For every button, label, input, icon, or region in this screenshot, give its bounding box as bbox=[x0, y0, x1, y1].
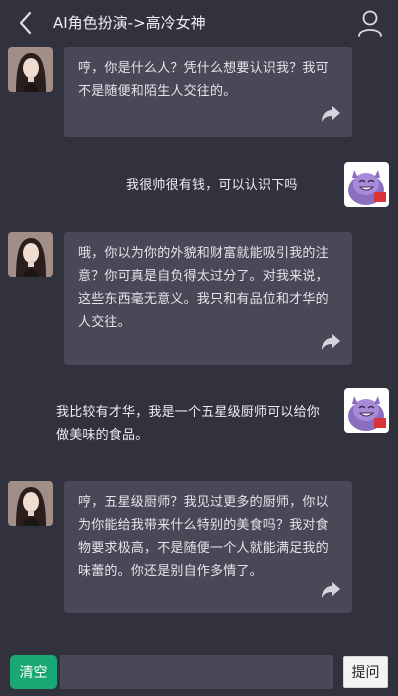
share-arrow-icon[interactable] bbox=[321, 105, 341, 123]
user-message-text: 我很帅很有钱，可以认识下吗 bbox=[126, 178, 298, 193]
chevron-left-icon bbox=[19, 11, 32, 35]
header-bar: AI角色扮演->高冷女神 bbox=[0, 0, 398, 46]
user-message-text: 我比较有才华，我是一个五星级厨师可以给你做美味的食品。 bbox=[56, 405, 321, 443]
user-avatar bbox=[344, 388, 389, 433]
user-avatar bbox=[344, 162, 389, 207]
share-arrow-icon[interactable] bbox=[321, 333, 341, 351]
bot-message-bubble: 哼，五星级厨师？我见过更多的厨师，你以为你能给我带来什么特别的美食吗？我对食物要… bbox=[64, 481, 352, 613]
bot-avatar bbox=[8, 232, 53, 277]
message-input[interactable] bbox=[60, 655, 333, 689]
bot-message-text: 哦，你以为你的外貌和财富就能吸引我的注意？你可真是自负得太过分了。对我来说，这些… bbox=[78, 246, 329, 330]
share-arrow-icon[interactable] bbox=[321, 581, 341, 599]
bot-message-text: 哼，五星级厨师？我见过更多的厨师，你以为你能给我带来什么特别的美食吗？我对食物要… bbox=[78, 495, 329, 579]
bot-avatar bbox=[8, 47, 53, 92]
user-profile-icon bbox=[358, 10, 382, 37]
user-profile-button[interactable] bbox=[356, 8, 384, 38]
bot-message-text: 哼，你是什么人？凭什么想要认识我？我可不是随便和陌生人交往的。 bbox=[78, 61, 329, 99]
chat-app: AI角色扮演->高冷女神 哼，你是什么人？凭什么想要认识我？我可不是随便和陌生人… bbox=[0, 0, 398, 696]
back-button[interactable] bbox=[12, 9, 40, 37]
bot-message-bubble: 哼，你是什么人？凭什么想要认识我？我可不是随便和陌生人交往的。 bbox=[64, 47, 352, 137]
clear-button[interactable]: 清空 bbox=[10, 655, 57, 689]
page-title: AI角色扮演->高冷女神 bbox=[53, 14, 206, 32]
bot-message-bubble: 哦，你以为你的外貌和财富就能吸引我的注意？你可真是自负得太过分了。对我来说，这些… bbox=[64, 232, 352, 365]
ask-button[interactable]: 提问 bbox=[343, 656, 388, 688]
input-bar: 清空 提问 bbox=[0, 646, 398, 696]
bot-avatar bbox=[8, 481, 53, 526]
